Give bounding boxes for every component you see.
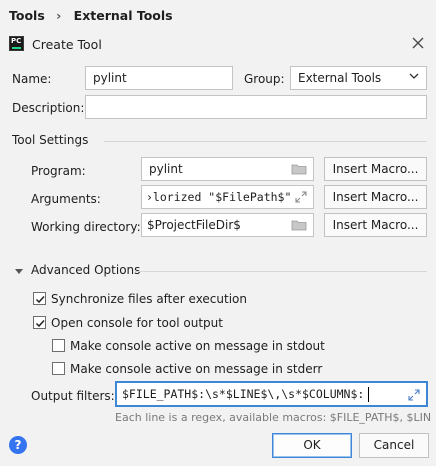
group-label: Group: [244,72,285,86]
stdout-label: Make console active on message in stdout [70,339,325,353]
checkmark-icon [35,295,45,304]
arguments-input[interactable]: ›lorized "$FilePath$" [141,185,314,209]
stderr-label: Make console active on message in stderr [70,362,323,376]
cancel-button[interactable]: Cancel [359,433,429,458]
output-filters-value: $FILE_PATH$:\s*$LINE$\,\s*$COLUMN$: [122,387,365,401]
help-icon[interactable]: ? [9,436,27,454]
name-input-value: pylint [93,71,127,85]
arguments-input-value: ›lorized "$FilePath$" [146,190,291,204]
output-filters-input[interactable]: $FILE_PATH$:\s*$LINE$\,\s*$COLUMN$: [115,381,428,407]
workdir-input-value: $ProjectFileDir$ [147,218,241,232]
dialog-title: Create Tool [32,37,102,52]
workdir-input[interactable]: $ProjectFileDir$ [141,213,314,237]
tool-settings-title: Tool Settings [12,133,89,147]
insert-macro-program-button[interactable]: Insert Macro... [324,157,427,181]
program-input[interactable]: pylint [141,157,314,181]
description-label: Description: [12,101,85,115]
name-input[interactable]: pylint [85,66,233,90]
pycharm-logo-icon: PC [9,36,24,51]
insert-macro-arguments-button[interactable]: Insert Macro... [324,185,427,209]
chevron-right-icon: › [56,8,62,23]
description-input[interactable] [85,95,427,119]
text-caret [368,387,369,402]
workdir-label: Working directory: [31,220,141,234]
close-icon[interactable] [410,35,426,51]
expand-icon[interactable] [294,191,308,203]
folder-icon[interactable] [291,219,307,231]
stdout-checkbox[interactable] [52,339,65,352]
chevron-down-icon [408,70,420,82]
output-filters-label: Output filters: [31,389,115,403]
ok-button[interactable]: OK [272,433,352,458]
section-divider [135,271,427,272]
triangle-down-icon[interactable] [14,265,24,274]
breadcrumb-current: External Tools [73,8,173,23]
console-checkbox[interactable] [33,316,46,329]
logo-text: PC [11,37,22,45]
insert-macro-workdir-button[interactable]: Insert Macro... [324,213,427,237]
program-input-value: pylint [149,162,183,176]
sync-label: Synchronize files after execution [51,292,247,306]
expand-icon[interactable] [407,389,421,401]
folder-icon[interactable] [291,163,307,175]
group-select[interactable]: External Tools [290,66,427,90]
sync-checkbox[interactable] [33,292,46,305]
output-filters-hint: Each line is a regex, available macros: … [115,411,431,424]
program-label: Program: [31,164,86,178]
logo-underline [12,47,21,49]
console-label: Open console for tool output [51,316,223,330]
group-select-value: External Tools [298,71,382,85]
section-divider [104,141,427,142]
stderr-checkbox[interactable] [52,362,65,375]
breadcrumb: Tools › External Tools [9,8,173,23]
advanced-options-title[interactable]: Advanced Options [31,263,140,277]
breadcrumb-root[interactable]: Tools [9,8,45,23]
checkmark-icon [35,319,45,328]
name-label: Name: [12,72,52,86]
arguments-label: Arguments: [31,192,101,206]
